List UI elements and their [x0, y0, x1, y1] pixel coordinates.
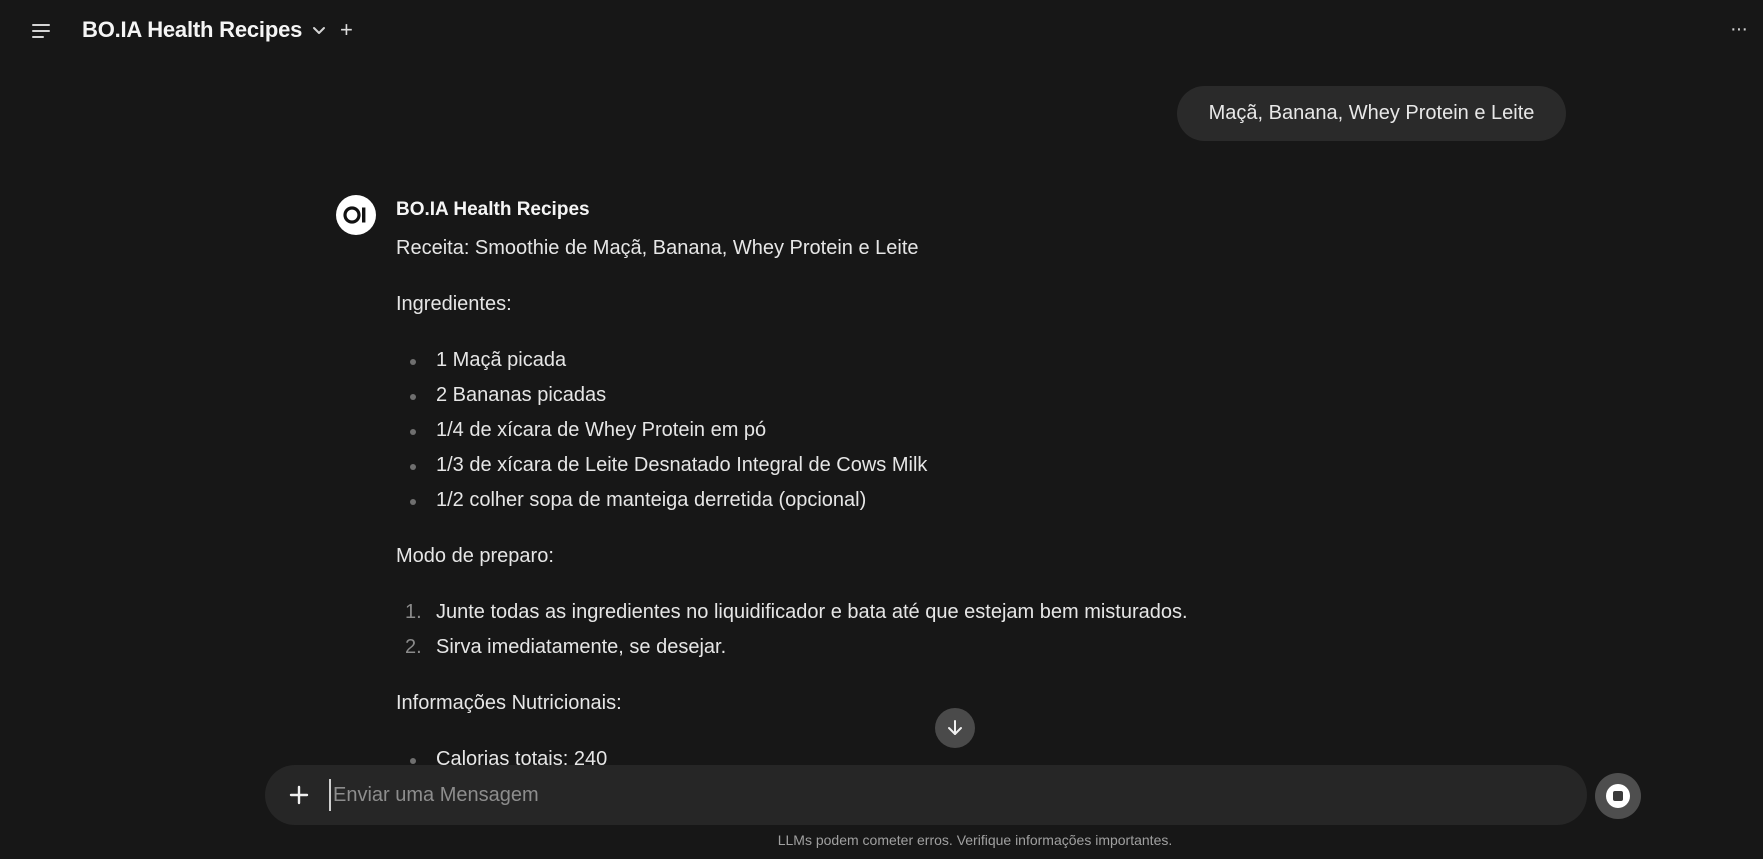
user-message-bubble: Maçã, Banana, Whey Protein e Leite: [1177, 86, 1566, 141]
ingredients-list: 1 Maçã picada 2 Bananas picadas 1/4 de x…: [396, 343, 1296, 518]
message-composer: [265, 765, 1587, 825]
plus-icon[interactable]: [285, 781, 313, 809]
step-text: Sirva imediatamente, se desejar.: [436, 636, 727, 658]
top-bar: BO.IA Health Recipes + ···: [0, 0, 1763, 62]
steps-heading: Modo de preparo:: [396, 545, 554, 567]
scroll-to-bottom-button[interactable]: [935, 708, 975, 748]
list-item: 1/2 colher sopa de manteiga derretida (o…: [396, 483, 1296, 518]
user-message-text: Maçã, Banana, Whey Protein e Leite: [1208, 102, 1535, 124]
nutrition-heading: Informações Nutricionais:: [396, 692, 622, 714]
disclaimer-text: LLMs podem cometer erros. Verifique info…: [777, 832, 1173, 848]
step-number: 1.: [405, 601, 422, 623]
step-number: 2.: [405, 636, 422, 658]
stop-button[interactable]: [1595, 773, 1641, 819]
assistant-avatar: [336, 195, 376, 235]
steps-list: 1. Junte todas as ingredientes no liquid…: [396, 595, 1296, 665]
more-icon[interactable]: ···: [1730, 18, 1752, 40]
message-input[interactable]: [329, 779, 1549, 811]
chevron-down-icon[interactable]: [310, 22, 328, 40]
stop-icon: [1606, 784, 1630, 808]
recipe-title: Receita: Smoothie de Maçã, Banana, Whey …: [396, 237, 919, 259]
menu-icon[interactable]: [30, 20, 56, 42]
list-item: 2. Sirva imediatamente, se desejar.: [396, 630, 1296, 665]
assistant-name: BO.IA Health Recipes: [396, 199, 590, 220]
step-text: Junte todas as ingredientes no liquidifi…: [436, 601, 1188, 623]
list-item: 1/3 de xícara de Leite Desnatado Integra…: [396, 448, 1296, 483]
list-item: 1 Maçã picada: [396, 343, 1296, 378]
assistant-logo-icon: [343, 206, 366, 224]
list-item: 2 Bananas picadas: [396, 378, 1296, 413]
list-item: 1. Junte todas as ingredientes no liquid…: [396, 595, 1296, 630]
arrow-down-icon: [948, 720, 962, 735]
plus-icon[interactable]: +: [340, 19, 358, 41]
assistant-message: Receita: Smoothie de Maçã, Banana, Whey …: [396, 231, 1296, 777]
model-selector-title[interactable]: BO.IA Health Recipes: [82, 17, 302, 43]
ingredients-heading: Ingredientes:: [396, 293, 512, 315]
list-item: 1/4 de xícara de Whey Protein em pó: [396, 413, 1296, 448]
